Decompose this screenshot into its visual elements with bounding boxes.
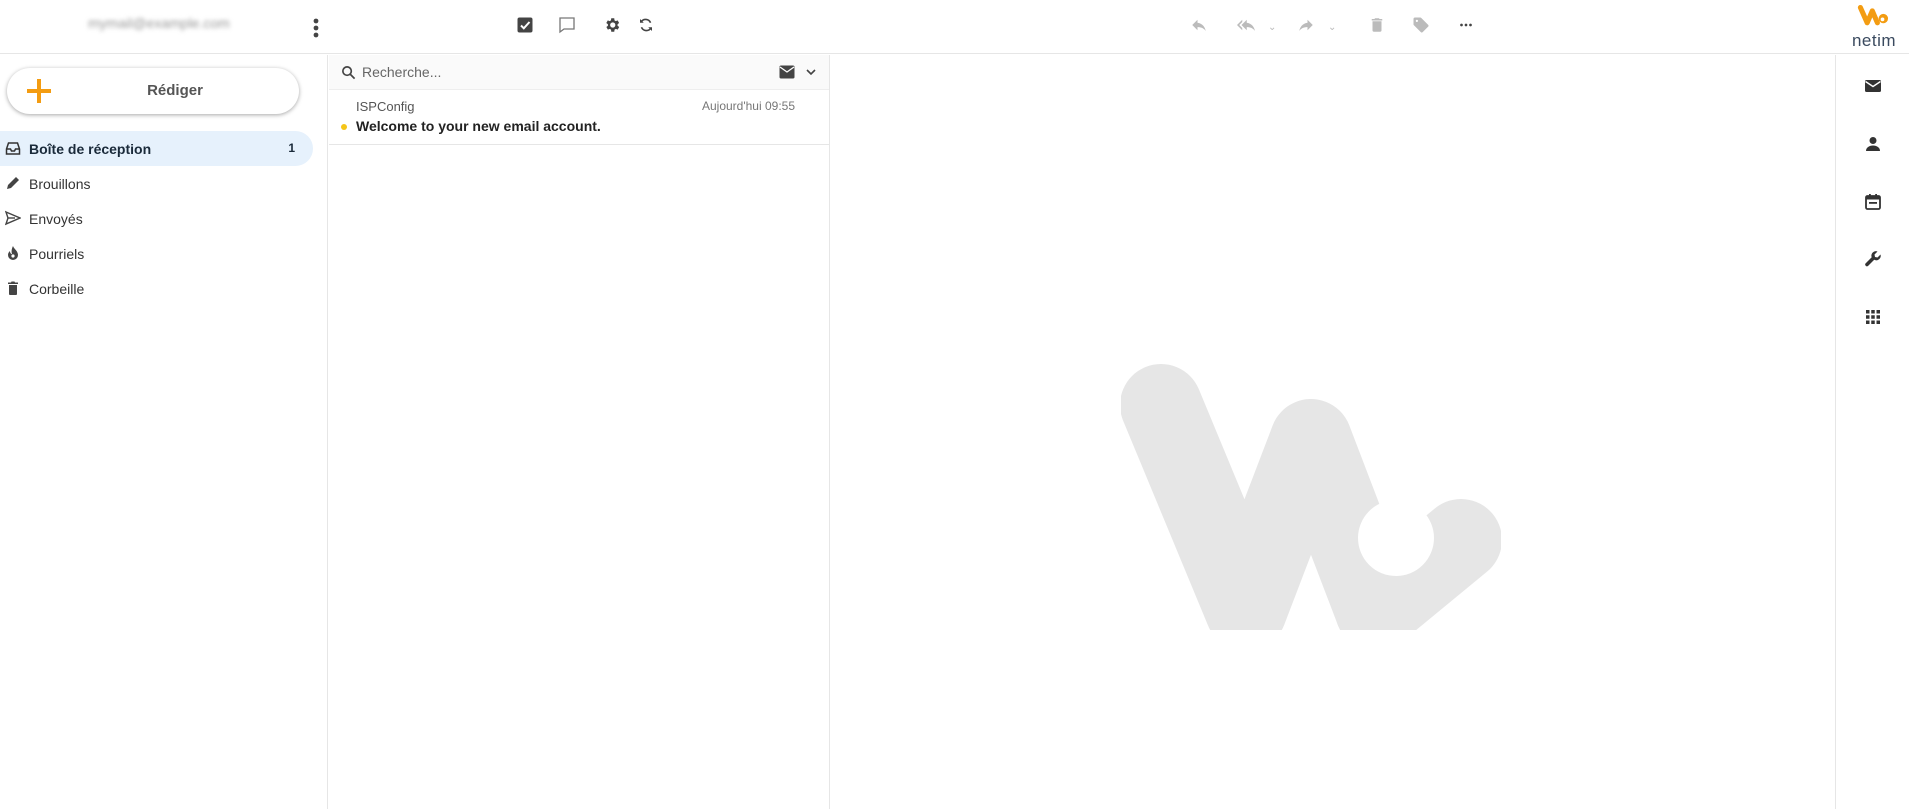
pencil-icon [7, 177, 19, 189]
select-checkbox-icon[interactable] [513, 13, 537, 37]
refresh-icon[interactable] [634, 13, 658, 37]
webmail-app: mymail@example.com ⌄ ⌄ netim Rédiger Boî… [0, 0, 1909, 809]
tag-icon[interactable] [1409, 13, 1433, 37]
delete-trash-icon[interactable] [1365, 13, 1389, 37]
folder-label: Brouillons [29, 176, 91, 192]
account-menu-icon[interactable] [306, 16, 326, 40]
folder-junk[interactable]: Pourriels [0, 236, 313, 271]
chevron-down-icon[interactable] [805, 66, 817, 78]
inbox-icon [5, 142, 21, 155]
folder-label: Envoyés [29, 211, 83, 227]
watermark-logo-icon [1121, 364, 1501, 630]
reply-icon[interactable] [1187, 13, 1211, 37]
mail-envelope-icon[interactable] [1863, 76, 1883, 96]
message-list-pane: ISPConfig Aujourd'hui 09:55 Welcome to y… [329, 55, 830, 809]
message-row[interactable]: ISPConfig Aujourd'hui 09:55 Welcome to y… [329, 91, 829, 145]
send-icon [5, 210, 21, 226]
folder-label: Boîte de réception [29, 141, 152, 157]
folder-inbox[interactable]: Boîte de réception 1 [0, 131, 313, 166]
search-icon [342, 66, 356, 80]
reply-all-icon[interactable] [1234, 13, 1258, 37]
folder-list: Boîte de réception 1 Brouillons Envoyés … [0, 131, 328, 306]
preview-pane [831, 55, 1835, 809]
folder-sent[interactable]: Envoyés [0, 201, 313, 236]
settings-wrench-icon[interactable] [1863, 249, 1883, 269]
contacts-person-icon[interactable] [1863, 134, 1883, 154]
top-toolbar: mymail@example.com ⌄ ⌄ netim [0, 0, 1909, 54]
message-sender: ISPConfig [356, 99, 415, 114]
unread-count-badge: 1 [288, 141, 295, 155]
more-options-icon[interactable] [1454, 13, 1478, 37]
netim-logo: netim [1846, 4, 1902, 50]
folder-trash[interactable]: Corbeille [0, 271, 313, 306]
forward-dropdown-icon[interactable]: ⌄ [1328, 22, 1336, 33]
forward-icon[interactable] [1294, 13, 1318, 37]
message-subject: Welcome to your new email account. [356, 118, 601, 134]
message-date: Aujourd'hui 09:55 [701, 99, 795, 113]
unread-indicator-icon [341, 124, 347, 130]
compose-label: Rédiger [147, 82, 203, 99]
apps-grid-icon[interactable] [1863, 307, 1883, 327]
settings-gear-icon[interactable] [600, 13, 624, 37]
folder-sidebar: Rédiger Boîte de réception 1 Brouillons … [0, 55, 328, 809]
calendar-icon[interactable] [1863, 192, 1883, 212]
fire-icon [8, 246, 18, 260]
account-email: mymail@example.com [88, 15, 230, 31]
folder-drafts[interactable]: Brouillons [0, 166, 313, 201]
trash-icon [8, 281, 18, 295]
logo-text: netim [1851, 31, 1897, 50]
search-bar [329, 55, 829, 90]
folder-label: Corbeille [29, 281, 85, 297]
compose-button[interactable]: Rédiger [7, 68, 299, 114]
envelope-filter-icon[interactable] [779, 65, 795, 79]
app-switcher-rail [1835, 55, 1909, 809]
folder-label: Pourriels [29, 246, 85, 262]
search-input[interactable] [362, 61, 762, 83]
threads-icon[interactable] [555, 13, 579, 37]
reply-all-dropdown-icon[interactable]: ⌄ [1268, 22, 1276, 33]
